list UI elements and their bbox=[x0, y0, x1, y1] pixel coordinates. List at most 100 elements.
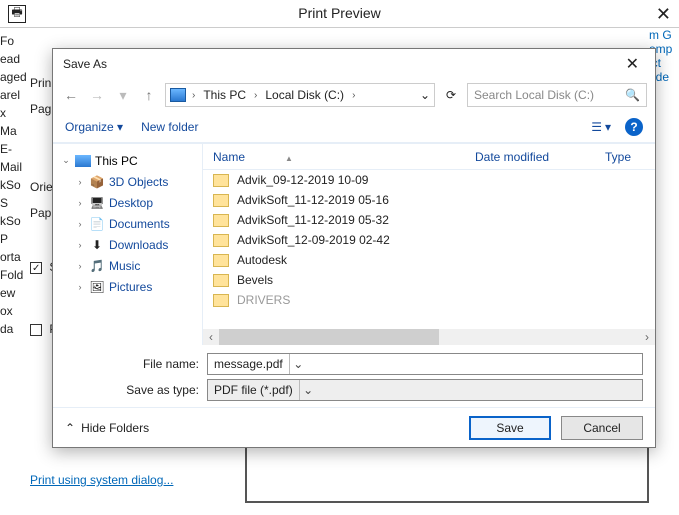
breadcrumb-seg[interactable]: This PC bbox=[201, 88, 248, 102]
print-system-dialog-link[interactable]: Print using system dialog... bbox=[30, 473, 173, 487]
chevron-right-icon[interactable]: › bbox=[350, 90, 357, 101]
nav-recent-icon[interactable]: ▾ bbox=[113, 87, 133, 104]
tree-item[interactable]: › 🖥 Desktop bbox=[57, 192, 198, 213]
folder-type-icon: 🎵 bbox=[89, 259, 105, 273]
expand-icon[interactable]: ⌄ bbox=[61, 155, 71, 166]
table-row[interactable]: Autodesk12-Nov-16 12:12 AFile fol bbox=[203, 250, 655, 270]
tree-this-pc[interactable]: ⌄ This PC bbox=[57, 150, 198, 171]
tree-item[interactable]: › ⬇ Downloads bbox=[57, 234, 198, 255]
pc-icon bbox=[75, 155, 91, 167]
chevron-down-icon[interactable]: ⌄ bbox=[289, 354, 307, 374]
expand-icon[interactable]: › bbox=[75, 219, 85, 229]
folder-icon bbox=[213, 234, 229, 247]
folder-type-icon: ⬇ bbox=[89, 238, 105, 252]
save-as-dialog: Save As ✕ ← → ▾ ↑ › This PC › Local Disk… bbox=[52, 48, 656, 448]
save-type-value: PDF file (*.pdf) bbox=[214, 383, 293, 397]
chevron-down-icon: ▾ bbox=[117, 120, 123, 134]
tree-label: Downloads bbox=[109, 238, 168, 252]
row-name: AdvikSoft_11-12-2019 05-32 bbox=[237, 213, 655, 227]
tree-label: Documents bbox=[109, 217, 170, 231]
organize-button[interactable]: Organize ▾ bbox=[65, 120, 123, 134]
hide-folders-button[interactable]: ⌃ Hide Folders bbox=[65, 421, 149, 435]
chevron-down-icon: ▾ bbox=[605, 120, 611, 134]
folder-icon bbox=[213, 254, 229, 267]
close-icon[interactable]: ✕ bbox=[656, 4, 671, 25]
tree-label: Pictures bbox=[109, 280, 152, 294]
table-row[interactable]: AdvikSoft_11-12-2019 05-3211-Dec-19 5:32… bbox=[203, 210, 655, 230]
hide-folders-label: Hide Folders bbox=[81, 421, 149, 435]
chevron-right-icon[interactable]: › bbox=[252, 90, 259, 101]
tree-label: This PC bbox=[95, 154, 138, 168]
col-date[interactable]: Date modified bbox=[475, 150, 605, 164]
folder-type-icon: 🖼 bbox=[89, 280, 105, 294]
folder-tree: ⌄ This PC › 📦 3D Objects › 🖥 Desktop › 📄 Documen… bbox=[53, 144, 203, 345]
tree-item[interactable]: › 🖼 Pictures bbox=[57, 276, 198, 297]
chevron-up-icon: ⌃ bbox=[65, 421, 75, 435]
dialog-title: Save As bbox=[63, 57, 107, 71]
row-name: Bevels bbox=[237, 273, 655, 287]
addr-dropdown-icon[interactable]: ⌄ bbox=[420, 88, 430, 102]
row-name: AdvikSoft_11-12-2019 05-16 bbox=[237, 193, 655, 207]
chevron-right-icon[interactable]: › bbox=[190, 90, 197, 101]
scroll-thumb[interactable] bbox=[219, 329, 439, 345]
new-folder-button[interactable]: New folder bbox=[141, 120, 198, 134]
help-icon[interactable]: ? bbox=[625, 118, 643, 136]
view-mode-button[interactable]: ☰ ▾ bbox=[591, 120, 611, 134]
nav-forward-icon[interactable]: → bbox=[87, 87, 107, 103]
search-input[interactable]: Search Local Disk (C:) 🔍 bbox=[467, 83, 647, 107]
nav-up-icon[interactable]: ↑ bbox=[139, 87, 159, 103]
save-type-label: Save as type: bbox=[113, 383, 199, 397]
search-placeholder: Search Local Disk (C:) bbox=[474, 88, 594, 102]
table-row[interactable]: Advik_09-12-2019 10-0909-Dec-19 10:09 PM… bbox=[203, 170, 655, 190]
horizontal-scrollbar[interactable]: ‹ › bbox=[203, 329, 655, 345]
refresh-icon[interactable]: ⟳ bbox=[441, 88, 461, 102]
view-icon: ☰ bbox=[591, 120, 602, 134]
chevron-down-icon[interactable]: ⌄ bbox=[299, 380, 317, 400]
cancel-button[interactable]: Cancel bbox=[561, 416, 643, 440]
scroll-right-icon[interactable]: › bbox=[639, 330, 655, 344]
expand-icon[interactable]: › bbox=[75, 240, 85, 250]
folder-icon bbox=[213, 294, 229, 307]
scroll-left-icon[interactable]: ‹ bbox=[203, 330, 219, 344]
tree-label: 3D Objects bbox=[109, 175, 168, 189]
tree-item[interactable]: › 📦 3D Objects bbox=[57, 171, 198, 192]
expand-icon[interactable]: › bbox=[75, 282, 85, 292]
expand-icon[interactable]: › bbox=[75, 261, 85, 271]
checkbox-icon[interactable] bbox=[30, 324, 42, 336]
table-row[interactable]: AdvikSoft_12-09-2019 02-4209-Dec-19 2:43… bbox=[203, 230, 655, 250]
print-preview-title: Print Preview bbox=[0, 5, 679, 21]
folder-type-icon: 🖥 bbox=[89, 196, 105, 210]
tree-item[interactable]: › 📄 Documents bbox=[57, 213, 198, 234]
table-row[interactable]: Bevels05-Dec-16 10:44 PMFile fol bbox=[203, 270, 655, 290]
folder-type-icon: 📦 bbox=[89, 175, 105, 189]
save-button[interactable]: Save bbox=[469, 416, 551, 440]
expand-icon[interactable]: › bbox=[75, 177, 85, 187]
search-icon: 🔍 bbox=[625, 88, 640, 102]
row-name: Advik_09-12-2019 10-09 bbox=[237, 173, 655, 187]
folder-icon bbox=[213, 194, 229, 207]
bg-left-fragments: FoeadagedarelxMaE-MailkSoSkSoPortaFoldew… bbox=[0, 28, 28, 338]
nav-back-icon[interactable]: ← bbox=[61, 87, 81, 103]
breadcrumb-seg[interactable]: Local Disk (C:) bbox=[263, 88, 346, 102]
folder-icon bbox=[213, 174, 229, 187]
col-name[interactable]: Name▲ bbox=[213, 150, 475, 164]
tree-label: Music bbox=[109, 259, 140, 273]
checkbox-icon[interactable] bbox=[30, 262, 42, 274]
row-name: DRIVERS bbox=[237, 293, 655, 307]
folder-icon bbox=[213, 274, 229, 287]
address-bar[interactable]: › This PC › Local Disk (C:) › ⌄ bbox=[165, 83, 435, 107]
table-row[interactable]: DRIVERS27-Jun-16 6:48 PMFile fol bbox=[203, 290, 655, 310]
col-type[interactable]: Type bbox=[605, 150, 655, 164]
table-row[interactable]: AdvikSoft_11-12-2019 05-1611-Dec-19 5:17… bbox=[203, 190, 655, 210]
row-name: Autodesk bbox=[237, 253, 655, 267]
tree-item[interactable]: › 🎵 Music bbox=[57, 255, 198, 276]
tree-label: Desktop bbox=[109, 196, 153, 210]
file-name-input[interactable]: message.pdf ⌄ bbox=[207, 353, 643, 375]
pc-icon bbox=[170, 88, 186, 102]
expand-icon[interactable]: › bbox=[75, 198, 85, 208]
folder-type-icon: 📄 bbox=[89, 217, 105, 231]
file-list: Name▲ Date modified Type Advik_09-12-201… bbox=[203, 144, 655, 345]
folder-icon bbox=[213, 214, 229, 227]
close-icon[interactable]: ✕ bbox=[620, 54, 645, 74]
save-type-select[interactable]: PDF file (*.pdf) ⌄ bbox=[207, 379, 643, 401]
